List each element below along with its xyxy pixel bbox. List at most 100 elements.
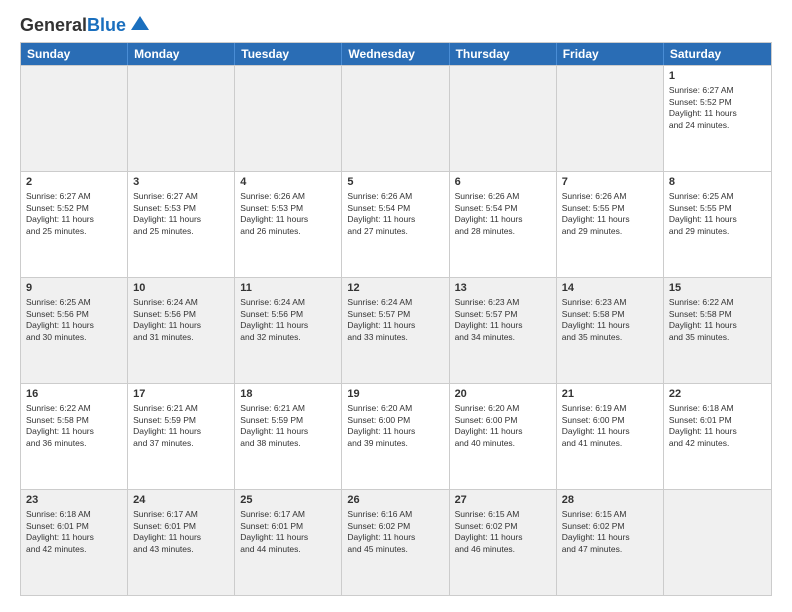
- calendar-cell: 1 Sunrise: 6:27 AM Sunset: 5:52 PM Daylig…: [664, 66, 771, 171]
- day-number: 18: [240, 387, 336, 401]
- calendar-cell: [235, 66, 342, 171]
- day-info: Sunrise: 6:23 AM Sunset: 5:57 PM Dayligh…: [455, 297, 551, 343]
- day-number: 22: [669, 387, 766, 401]
- day-number: 11: [240, 281, 336, 295]
- calendar-row: 9 Sunrise: 6:25 AM Sunset: 5:56 PM Daylig…: [21, 277, 771, 383]
- day-info: Sunrise: 6:27 AM Sunset: 5:53 PM Dayligh…: [133, 191, 229, 237]
- calendar-cell: [664, 490, 771, 595]
- calendar-cell: 19 Sunrise: 6:20 AM Sunset: 6:00 PM Dayli…: [342, 384, 449, 489]
- calendar-cell: 4Sunrise: 6:26 AM Sunset: 5:53 PM Daylig…: [235, 172, 342, 277]
- calendar-cell: 8 Sunrise: 6:25 AM Sunset: 5:55 PM Daylig…: [664, 172, 771, 277]
- calendar-row: 2Sunrise: 6:27 AM Sunset: 5:52 PM Daylig…: [21, 171, 771, 277]
- calendar-cell: 12 Sunrise: 6:24 AM Sunset: 5:57 PM Dayli…: [342, 278, 449, 383]
- day-number: 21: [562, 387, 658, 401]
- day-number: 9: [26, 281, 122, 295]
- day-info: Sunrise: 6:25 AM Sunset: 5:56 PM Dayligh…: [26, 297, 122, 343]
- day-info: Sunrise: 6:21 AM Sunset: 5:59 PM Dayligh…: [240, 403, 336, 449]
- day-number: 8: [669, 175, 766, 189]
- calendar-cell: 11 Sunrise: 6:24 AM Sunset: 5:56 PM Dayli…: [235, 278, 342, 383]
- day-info: Sunrise: 6:27 AM Sunset: 5:52 PM Dayligh…: [669, 85, 766, 131]
- logo-general: General: [20, 15, 87, 35]
- day-info: Sunrise: 6:22 AM Sunset: 5:58 PM Dayligh…: [26, 403, 122, 449]
- weekday-header: Monday: [128, 43, 235, 65]
- calendar-cell: [21, 66, 128, 171]
- day-info: Sunrise: 6:21 AM Sunset: 5:59 PM Dayligh…: [133, 403, 229, 449]
- calendar-cell: 6Sunrise: 6:26 AM Sunset: 5:54 PM Daylig…: [450, 172, 557, 277]
- calendar-row: 16 Sunrise: 6:22 AM Sunset: 5:58 PM Dayli…: [21, 383, 771, 489]
- calendar-cell: [557, 66, 664, 171]
- calendar-cell: 27Sunrise: 6:15 AM Sunset: 6:02 PM Dayli…: [450, 490, 557, 595]
- calendar-cell: 16 Sunrise: 6:22 AM Sunset: 5:58 PM Dayli…: [21, 384, 128, 489]
- calendar-cell: 25 Sunrise: 6:17 AM Sunset: 6:01 PM Dayli…: [235, 490, 342, 595]
- day-number: 17: [133, 387, 229, 401]
- weekday-header: Wednesday: [342, 43, 449, 65]
- calendar-cell: 5 Sunrise: 6:26 AM Sunset: 5:54 PM Daylig…: [342, 172, 449, 277]
- day-info: Sunrise: 6:24 AM Sunset: 5:57 PM Dayligh…: [347, 297, 443, 343]
- day-info: Sunrise: 6:18 AM Sunset: 6:01 PM Dayligh…: [26, 509, 122, 555]
- day-info: Sunrise: 6:20 AM Sunset: 6:00 PM Dayligh…: [347, 403, 443, 449]
- logo-general-text: GeneralBlue: [20, 16, 126, 34]
- calendar-cell: 9 Sunrise: 6:25 AM Sunset: 5:56 PM Daylig…: [21, 278, 128, 383]
- calendar-body: 1 Sunrise: 6:27 AM Sunset: 5:52 PM Daylig…: [21, 65, 771, 595]
- day-number: 15: [669, 281, 766, 295]
- day-info: Sunrise: 6:26 AM Sunset: 5:55 PM Dayligh…: [562, 191, 658, 237]
- calendar-cell: 10 Sunrise: 6:24 AM Sunset: 5:56 PM Dayli…: [128, 278, 235, 383]
- day-number: 12: [347, 281, 443, 295]
- logo-blue: Blue: [87, 15, 126, 35]
- day-number: 1: [669, 69, 766, 83]
- day-number: 27: [455, 493, 551, 507]
- day-info: Sunrise: 6:25 AM Sunset: 5:55 PM Dayligh…: [669, 191, 766, 237]
- day-info: Sunrise: 6:27 AM Sunset: 5:52 PM Dayligh…: [26, 191, 122, 237]
- day-number: 26: [347, 493, 443, 507]
- calendar-cell: 24 Sunrise: 6:17 AM Sunset: 6:01 PM Dayli…: [128, 490, 235, 595]
- day-info: Sunrise: 6:24 AM Sunset: 5:56 PM Dayligh…: [133, 297, 229, 343]
- day-info: Sunrise: 6:19 AM Sunset: 6:00 PM Dayligh…: [562, 403, 658, 449]
- logo-icon: [129, 12, 151, 34]
- day-info: Sunrise: 6:17 AM Sunset: 6:01 PM Dayligh…: [133, 509, 229, 555]
- weekday-header: Friday: [557, 43, 664, 65]
- calendar-cell: 17 Sunrise: 6:21 AM Sunset: 5:59 PM Dayli…: [128, 384, 235, 489]
- calendar-cell: 2Sunrise: 6:27 AM Sunset: 5:52 PM Daylig…: [21, 172, 128, 277]
- day-info: Sunrise: 6:22 AM Sunset: 5:58 PM Dayligh…: [669, 297, 766, 343]
- day-info: Sunrise: 6:24 AM Sunset: 5:56 PM Dayligh…: [240, 297, 336, 343]
- calendar-row: 23 Sunrise: 6:18 AM Sunset: 6:01 PM Dayli…: [21, 489, 771, 595]
- day-info: Sunrise: 6:16 AM Sunset: 6:02 PM Dayligh…: [347, 509, 443, 555]
- day-info: Sunrise: 6:20 AM Sunset: 6:00 PM Dayligh…: [455, 403, 551, 449]
- page: GeneralBlue SundayMondayTuesdayWednesday…: [0, 0, 792, 612]
- calendar-cell: 15 Sunrise: 6:22 AM Sunset: 5:58 PM Dayli…: [664, 278, 771, 383]
- calendar-cell: 28Sunrise: 6:15 AM Sunset: 6:02 PM Dayli…: [557, 490, 664, 595]
- day-number: 23: [26, 493, 122, 507]
- day-number: 10: [133, 281, 229, 295]
- day-info: Sunrise: 6:17 AM Sunset: 6:01 PM Dayligh…: [240, 509, 336, 555]
- calendar-header: SundayMondayTuesdayWednesdayThursdayFrid…: [21, 43, 771, 65]
- calendar-cell: 20Sunrise: 6:20 AM Sunset: 6:00 PM Dayli…: [450, 384, 557, 489]
- header: GeneralBlue: [20, 16, 772, 34]
- calendar-cell: 3Sunrise: 6:27 AM Sunset: 5:53 PM Daylig…: [128, 172, 235, 277]
- weekday-header: Sunday: [21, 43, 128, 65]
- calendar-cell: 26 Sunrise: 6:16 AM Sunset: 6:02 PM Dayli…: [342, 490, 449, 595]
- day-number: 13: [455, 281, 551, 295]
- weekday-header: Saturday: [664, 43, 771, 65]
- day-number: 16: [26, 387, 122, 401]
- day-number: 28: [562, 493, 658, 507]
- calendar-cell: [450, 66, 557, 171]
- day-number: 24: [133, 493, 229, 507]
- calendar-row: 1 Sunrise: 6:27 AM Sunset: 5:52 PM Daylig…: [21, 65, 771, 171]
- weekday-header: Thursday: [450, 43, 557, 65]
- day-number: 7: [562, 175, 658, 189]
- day-info: Sunrise: 6:23 AM Sunset: 5:58 PM Dayligh…: [562, 297, 658, 343]
- calendar-cell: [342, 66, 449, 171]
- day-number: 25: [240, 493, 336, 507]
- day-number: 19: [347, 387, 443, 401]
- calendar-cell: 21 Sunrise: 6:19 AM Sunset: 6:00 PM Dayli…: [557, 384, 664, 489]
- calendar-cell: [128, 66, 235, 171]
- calendar-cell: 22Sunrise: 6:18 AM Sunset: 6:01 PM Dayli…: [664, 384, 771, 489]
- logo: GeneralBlue: [20, 16, 151, 34]
- calendar-cell: 23 Sunrise: 6:18 AM Sunset: 6:01 PM Dayli…: [21, 490, 128, 595]
- weekday-header: Tuesday: [235, 43, 342, 65]
- day-number: 5: [347, 175, 443, 189]
- calendar: SundayMondayTuesdayWednesdayThursdayFrid…: [20, 42, 772, 596]
- day-info: Sunrise: 6:26 AM Sunset: 5:54 PM Dayligh…: [455, 191, 551, 237]
- calendar-cell: 18 Sunrise: 6:21 AM Sunset: 5:59 PM Dayli…: [235, 384, 342, 489]
- day-info: Sunrise: 6:26 AM Sunset: 5:54 PM Dayligh…: [347, 191, 443, 237]
